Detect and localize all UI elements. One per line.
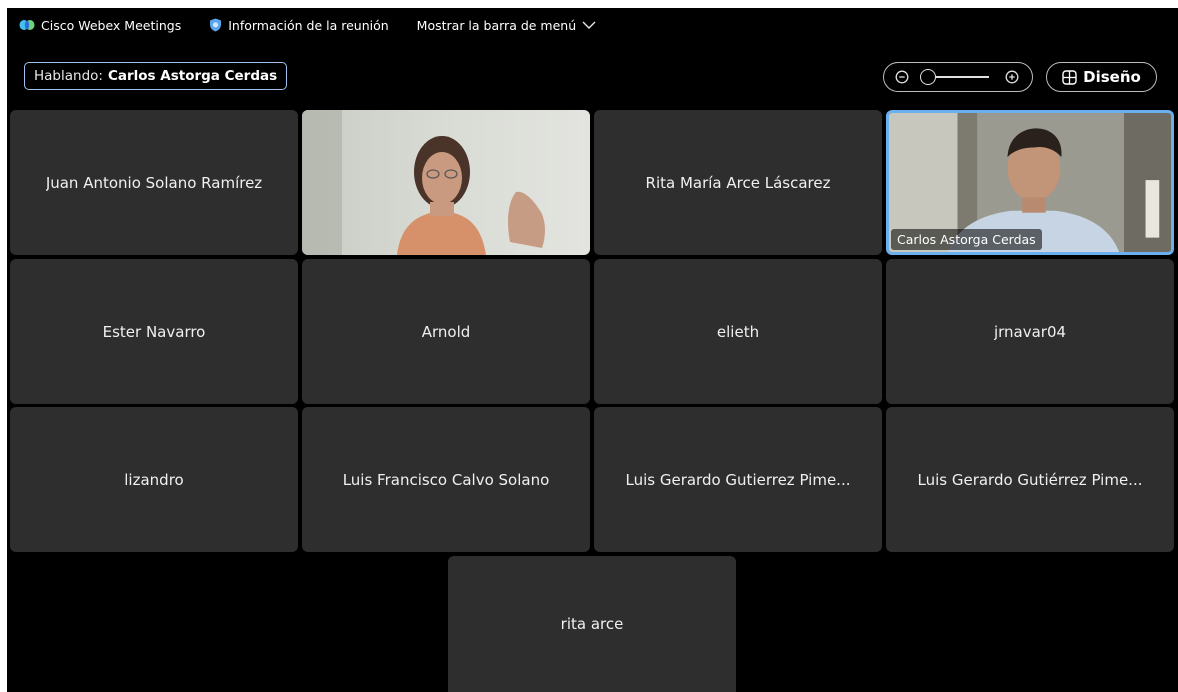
participant-video [302,110,590,255]
app-brand[interactable]: Cisco Webex Meetings [19,18,181,33]
speaking-label: Hablando: [34,68,103,84]
participant-tile[interactable]: elieth [594,259,882,404]
app-name: Cisco Webex Meetings [41,17,182,33]
top-menu-bar: Cisco Webex Meetings Información de la r… [7,8,1178,42]
participant-name: elieth [716,322,760,341]
participant-video-tile[interactable] [302,110,590,255]
grid-layout-icon [1062,69,1077,85]
shield-icon [210,18,222,32]
participant-name: Luis Gerardo Gutiérrez Pime... [917,470,1143,489]
active-speaker-indicator: Hablando: Carlos Astorga Cerdas [24,62,288,90]
participant-name-overlay: Carlos Astorga Cerdas [891,229,1042,250]
participant-name: Luis Gerardo Gutierrez Pime... [625,470,851,489]
participant-tile[interactable]: Luis Gerardo Gutiérrez Pime... [886,407,1174,552]
participant-video-tile-active-speaker[interactable]: Carlos Astorga Cerdas [886,110,1174,255]
participant-name: Ester Navarro [102,322,206,341]
zoom-control [883,62,1033,92]
layout-button[interactable]: Diseño [1046,62,1157,92]
participant-name: Rita María Arce Láscarez [645,173,831,192]
webex-meeting-window: Cisco Webex Meetings Información de la r… [7,8,1178,692]
layout-label: Diseño [1083,68,1141,86]
participant-tile[interactable]: Ester Navarro [10,259,298,404]
meeting-info-label: Información de la reunión [228,17,389,33]
participant-name: lizandro [124,470,184,489]
participant-tile[interactable]: Luis Gerardo Gutierrez Pime... [594,407,882,552]
participant-tile[interactable]: Juan Antonio Solano Ramírez [10,110,298,255]
webex-logo-icon [19,20,35,30]
zoom-out-icon[interactable] [895,70,909,84]
participant-name: rita arce [560,615,624,633]
speaking-name: Carlos Astorga Cerdas [107,68,278,84]
zoom-in-icon[interactable] [1005,70,1019,84]
show-menu-bar-button[interactable]: Mostrar la barra de menú [417,18,596,33]
participant-name: Luis Francisco Calvo Solano [342,470,550,489]
chevron-down-icon [582,21,596,29]
meeting-info-button[interactable]: Información de la reunión [209,17,389,33]
participant-tile[interactable]: jrnavar04 [886,259,1174,404]
participant-tile[interactable]: rita arce [448,556,736,692]
participant-tile[interactable]: Rita María Arce Láscarez [594,110,882,255]
participant-tile[interactable]: Luis Francisco Calvo Solano [302,407,590,552]
participant-name: jrnavar04 [993,322,1067,341]
participant-name: Arnold [421,322,471,341]
participant-name: Juan Antonio Solano Ramírez [45,173,263,192]
zoom-slider-handle[interactable] [920,69,936,85]
zoom-slider-track[interactable] [934,76,989,78]
show-menu-bar-label: Mostrar la barra de menú [416,17,577,33]
screen-frame: Cisco Webex Meetings Información de la r… [0,0,1178,692]
participant-tile[interactable]: Arnold [302,259,590,404]
participant-tile[interactable]: lizandro [10,407,298,552]
